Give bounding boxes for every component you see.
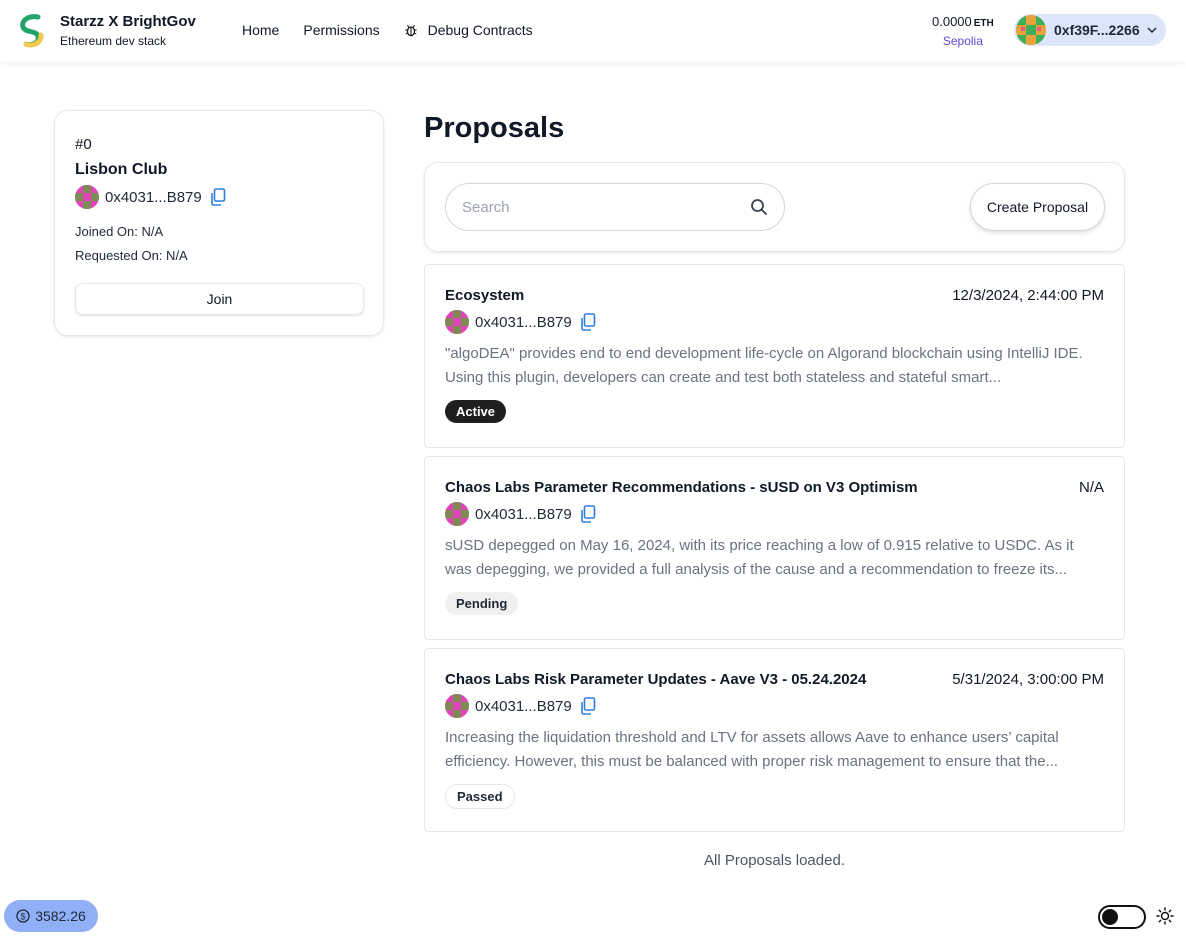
nav-debug-label: Debug Contracts [427, 22, 533, 38]
author-address: 0x4031...B879 [475, 313, 572, 331]
main-nav: Home Permissions Debug Contracts [230, 18, 545, 42]
search-input[interactable] [462, 198, 750, 216]
eth-price: 3582.26 [35, 908, 86, 924]
copy-icon[interactable] [210, 188, 226, 206]
author-avatar [445, 310, 469, 334]
author-address: 0x4031...B879 [475, 505, 572, 523]
proposal-author: 0x4031...B879 [445, 502, 1104, 526]
status-badge: Passed [445, 784, 515, 809]
join-button[interactable]: Join [75, 283, 364, 315]
proposal-date: 5/31/2024, 3:00:00 PM [952, 671, 1104, 688]
club-name: Lisbon Club [75, 161, 168, 178]
proposal-date: 12/3/2024, 2:44:00 PM [952, 287, 1104, 304]
proposal-description: "algoDEA" provides end to end developmen… [445, 345, 1083, 386]
app-logo-icon [20, 14, 44, 48]
proposal-card[interactable]: Chaos Labs Parameter Recommendations - s… [424, 456, 1125, 640]
copy-icon[interactable] [580, 697, 596, 715]
proposal-date: N/A [1078, 479, 1104, 496]
copy-icon[interactable] [580, 313, 596, 331]
chevron-down-icon [1147, 27, 1157, 34]
status-badge: Active [445, 400, 507, 423]
toggle-knob [1102, 909, 1118, 925]
app-title: Starzz X BrightGov [60, 13, 196, 30]
nav-permissions[interactable]: Permissions [291, 18, 391, 42]
search-icon[interactable] [750, 198, 768, 216]
theme-toggle[interactable] [1098, 905, 1146, 929]
proposal-description: sUSD depegged on May 16, 2024, with its … [445, 537, 1074, 578]
app-subtitle: Ethereum dev stack [60, 34, 167, 48]
nav-home[interactable]: Home [230, 18, 291, 42]
proposal-title: Ecosystem [445, 287, 525, 304]
proposal-card[interactable]: Chaos Labs Risk Parameter Updates - Aave… [424, 648, 1125, 832]
svg-text:$: $ [21, 911, 26, 921]
eth-price-badge[interactable]: $ 3582.26 [4, 900, 98, 932]
account-dropdown[interactable]: 0xf39F...2266 [1014, 14, 1166, 46]
proposal-description: Increasing the liquidation threshold and… [445, 729, 1059, 770]
proposal-title: Chaos Labs Parameter Recommendations - s… [445, 479, 918, 496]
top-navbar: Starzz X BrightGov Ethereum dev stack Ho… [0, 0, 1186, 62]
nav-debug-contracts[interactable]: Debug Contracts [392, 18, 545, 42]
balance-unit: ETH [973, 18, 994, 29]
balance-amount: 0.0000 [932, 14, 972, 29]
owner-address: 0x4031...B879 [105, 188, 202, 206]
owner-avatar [75, 185, 99, 209]
search-box [445, 183, 785, 231]
network-name: Sepolia [942, 34, 983, 48]
proposal-author: 0x4031...B879 [445, 310, 1104, 334]
brand[interactable]: Starzz X BrightGov Ethereum dev stack [18, 13, 196, 49]
requested-on: Requested On: N/A [75, 248, 188, 263]
author-avatar [445, 502, 469, 526]
dollar-icon: $ [16, 909, 30, 923]
wallet-balance: 0.0000 ETH Sepolia [932, 14, 994, 49]
proposal-toolbar: Create Proposal [424, 162, 1125, 252]
copy-icon[interactable] [580, 505, 596, 523]
proposal-card[interactable]: Ecosystem 12/3/2024, 2:44:00 PM 0x4031..… [424, 264, 1125, 448]
bug-icon [404, 24, 417, 37]
author-avatar [445, 694, 469, 718]
create-proposal-button[interactable]: Create Proposal [970, 183, 1105, 231]
proposal-author: 0x4031...B879 [445, 694, 1104, 718]
status-badge: Pending [445, 592, 519, 615]
page-title: Proposals [424, 112, 565, 144]
account-address: 0xf39F...2266 [1054, 22, 1140, 38]
sun-icon [1156, 907, 1174, 925]
club-owner: 0x4031...B879 [75, 185, 363, 209]
author-address: 0x4031...B879 [475, 697, 572, 715]
joined-on: Joined On: N/A [75, 224, 164, 239]
club-id: #0 [75, 136, 92, 153]
proposals-loaded-note: All Proposals loaded. [704, 852, 845, 869]
account-avatar [1016, 15, 1046, 45]
proposal-title: Chaos Labs Risk Parameter Updates - Aave… [445, 671, 867, 688]
club-card: #0 Lisbon Club 0x4031...B879 Joined On: … [54, 110, 384, 336]
